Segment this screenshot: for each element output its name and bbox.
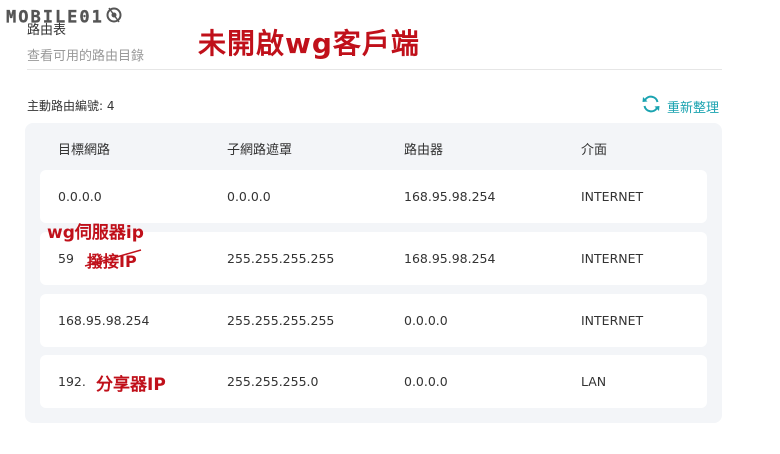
cell-interface: LAN [581,374,607,389]
refresh-label: 重新整理 [667,100,720,116]
column-header-subnet-mask: 子網路遮罩 [227,143,293,158]
cell-subnet-mask: 0.0.0.0 [227,189,271,204]
page-title: 路由表 [27,23,67,38]
annotation-router-ip: 分享器IP [96,375,166,395]
cell-gateway: 0.0.0.0 [404,313,448,328]
active-route-count: 主動路由編號: 4 [27,99,115,113]
header-divider [27,69,722,70]
cell-destination: 59 [58,251,74,266]
column-header-interface: 介面 [581,143,608,158]
column-header-gateway: 路由器 [404,143,444,158]
refresh-button[interactable]: 重新整理 [641,94,719,118]
table-row: 168.95.98.254 255.255.255.255 0.0.0.0 IN… [40,294,707,347]
table-header: 目標網路 子網路遮罩 路由器 介面 [25,123,722,169]
cell-subnet-mask: 255.255.255.255 [227,313,335,328]
cell-gateway: 168.95.98.254 [404,189,496,204]
page-subtitle: 查看可用的路由目錄 [27,49,145,64]
cell-gateway: 168.95.98.254 [404,251,496,266]
cell-interface: INTERNET [581,189,644,204]
cell-gateway: 0.0.0.0 [404,374,448,389]
table-row: 0.0.0.0 0.0.0.0 168.95.98.254 INTERNET [40,170,707,223]
cell-destination: 192. [58,374,86,389]
cell-subnet-mask: 255.255.255.255 [227,251,335,266]
cell-destination: 0.0.0.0 [58,189,102,204]
cell-destination: 168.95.98.254 [58,313,150,328]
annotation-wg-server-ip: wg伺服器ip [47,223,144,243]
cell-subnet-mask: 255.255.255.0 [227,374,319,389]
cell-interface: INTERNET [581,313,644,328]
mobile01-eye-icon [106,6,122,29]
annotation-dialup-ip: 撥接IP [84,248,142,272]
refresh-icon [641,94,661,118]
annotation-title: 未開啟wg客戶端 [198,27,420,60]
column-header-destination: 目標網路 [58,143,111,158]
cell-interface: INTERNET [581,251,644,266]
strikethrough-mark [84,249,142,267]
